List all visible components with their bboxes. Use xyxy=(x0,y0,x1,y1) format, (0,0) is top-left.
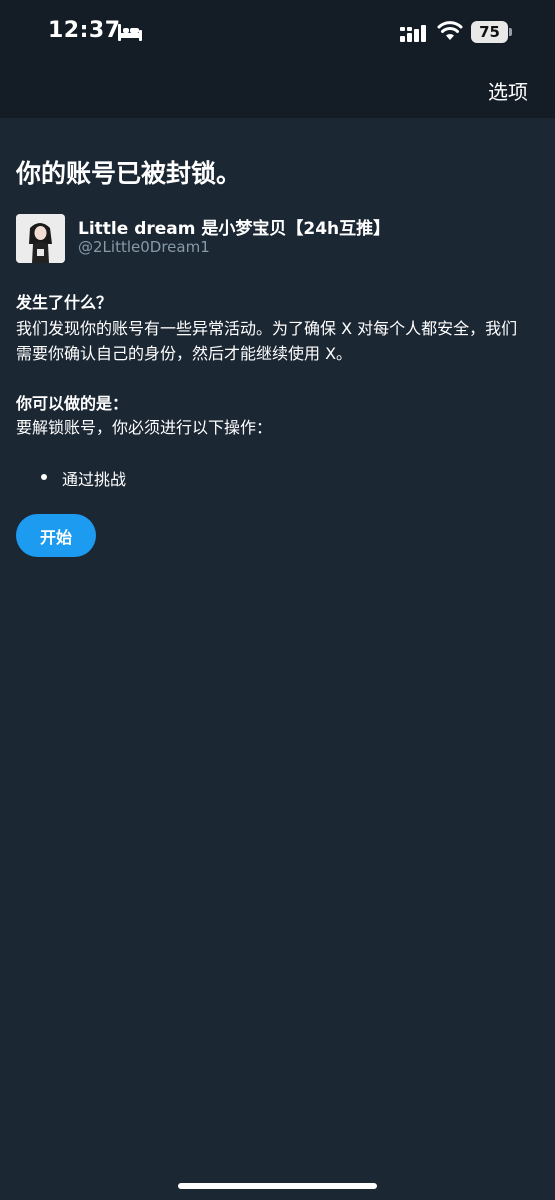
account-locked-screen: 12:37 75 选项 你的账号已被封锁。 Little dream 是小梦宝贝… xyxy=(0,0,555,1200)
what-you-can-do-body: 要解锁账号，你必须进行以下操作： xyxy=(16,418,273,437)
wifi-icon xyxy=(437,21,463,40)
avatar-image xyxy=(16,214,65,263)
bullet-icon xyxy=(41,474,47,480)
options-button[interactable]: 选项 xyxy=(488,76,528,105)
status-time: 12:37 xyxy=(48,18,121,43)
start-button[interactable]: 开始 xyxy=(16,514,96,557)
step-item: 通过挑战 xyxy=(62,470,127,489)
what-happened-heading: 发生了什么？ xyxy=(16,293,113,312)
battery-level: 75 xyxy=(471,21,508,43)
home-indicator xyxy=(178,1183,377,1189)
account-handle: @2Little0Dream1 xyxy=(78,238,210,256)
page-title: 你的账号已被封锁。 xyxy=(16,159,242,188)
account-display-name: Little dream 是小梦宝贝【24h互推】 xyxy=(78,219,391,239)
avatar xyxy=(16,214,65,263)
what-you-can-do-heading: 你可以做的是： xyxy=(16,394,129,413)
what-happened-body: 我们发现你的账号有一些异常活动。为了确保 X 对每个人都安全，我们需要你确认自己… xyxy=(16,319,518,363)
battery-icon: 75 xyxy=(471,21,513,43)
top-bar: 12:37 75 选项 xyxy=(0,0,555,118)
cellular-signal-icon xyxy=(400,25,426,42)
bed-icon xyxy=(118,24,142,41)
